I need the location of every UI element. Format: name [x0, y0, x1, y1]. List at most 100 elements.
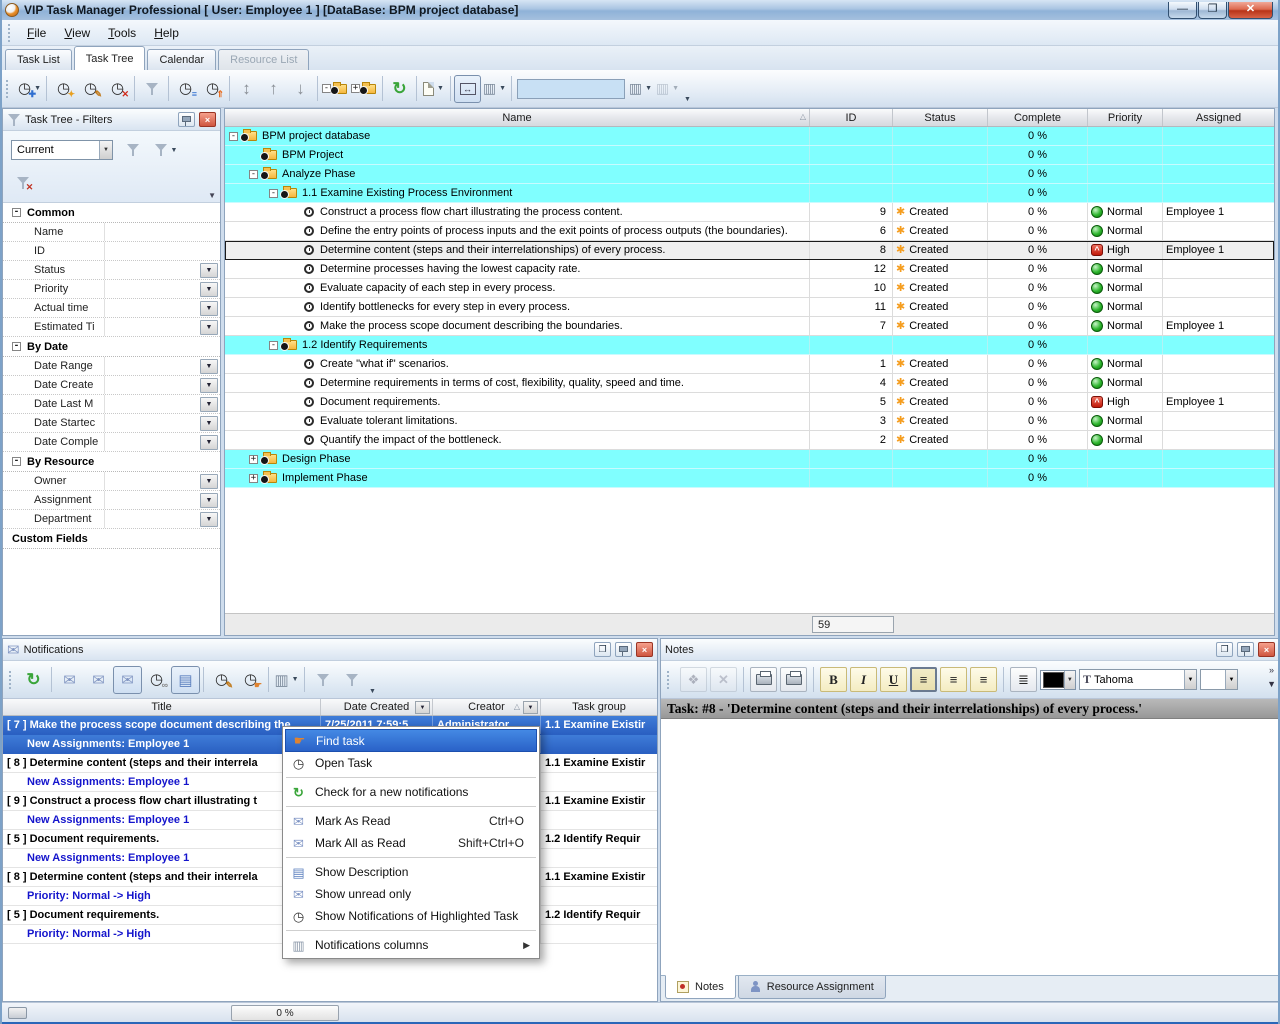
- print-preview-button[interactable]: [750, 667, 777, 692]
- post-note-button[interactable]: ❖: [680, 667, 707, 692]
- italic-button[interactable]: I: [850, 667, 877, 692]
- new-task-button[interactable]: ◷✚▼: [16, 75, 43, 103]
- save-view-button[interactable]: ▥▼: [627, 75, 654, 103]
- tab-calendar[interactable]: Calendar: [147, 49, 216, 70]
- view-layout-combo[interactable]: [517, 79, 625, 99]
- tree-collapse-toggle[interactable]: -: [229, 132, 238, 141]
- task-row[interactable]: -BPM project database0 %: [225, 127, 1274, 146]
- tree-expand-toggle[interactable]: +: [249, 455, 258, 464]
- restore-button[interactable]: ❐: [1198, 2, 1227, 19]
- bullet-list-button[interactable]: ≣: [1010, 667, 1037, 692]
- filter-group-by-resource[interactable]: -By Resource: [3, 452, 220, 472]
- tab-notes[interactable]: Notes: [665, 975, 736, 999]
- minimize-button[interactable]: —: [1168, 2, 1197, 19]
- menu-item-notifications-columns[interactable]: ▥Notifications columns▶: [285, 934, 537, 956]
- filter-dropdown-button[interactable]: ▼: [200, 397, 218, 412]
- tree-expand-toggle[interactable]: +: [249, 474, 258, 483]
- column-header-task-group[interactable]: Task group: [541, 699, 657, 715]
- delete-note-button[interactable]: ✕: [710, 667, 737, 692]
- filters-toolbar-overflow-button[interactable]: ▼: [208, 191, 216, 200]
- align-center-button[interactable]: ≡: [940, 667, 967, 692]
- filter-dropdown-button[interactable]: ▼: [200, 378, 218, 393]
- task-row[interactable]: Construct a process flow chart illustrat…: [225, 203, 1274, 222]
- mark-as-read-button[interactable]: ✉: [55, 666, 84, 694]
- menu-file[interactable]: File: [18, 22, 55, 44]
- refresh-button[interactable]: ↻: [386, 75, 413, 103]
- move-task-down-button[interactable]: ↓: [287, 75, 314, 103]
- clear-notification-filter-button[interactable]: [308, 666, 337, 694]
- collapse-toggle-icon[interactable]: -: [12, 208, 21, 217]
- task-row[interactable]: Determine requirements in terms of cost,…: [225, 374, 1274, 393]
- filter-dropdown-button[interactable]: ▼: [200, 474, 218, 489]
- mark-all-as-read-button[interactable]: ✉: [84, 666, 113, 694]
- move-task-button[interactable]: ↕: [233, 75, 260, 103]
- notification-columns-button[interactable]: ▥▼: [272, 666, 301, 694]
- apply-filter-button[interactable]: [119, 136, 146, 164]
- maximize-panel-button[interactable]: ❐: [1216, 642, 1233, 657]
- column-header-id[interactable]: ID: [810, 109, 893, 126]
- export-button[interactable]: ▼: [420, 75, 447, 103]
- menu-tools[interactable]: Tools: [99, 22, 145, 44]
- open-task-button[interactable]: ◷✎: [207, 666, 236, 694]
- tree-collapse-toggle[interactable]: -: [269, 189, 278, 198]
- menu-item-show-notifications-of-highlighted-task[interactable]: ◷Show Notifications of Highlighted Task: [285, 905, 537, 927]
- menu-item-find-task[interactable]: ☛Find task: [285, 729, 537, 752]
- filter-group-common[interactable]: -Common: [3, 203, 220, 223]
- task-row[interactable]: Identify bottlenecks for every step in e…: [225, 298, 1274, 317]
- toolbar-overflow-button[interactable]: »▼: [1267, 664, 1276, 691]
- tab-resource-assignment[interactable]: Resource Assignment: [738, 976, 886, 999]
- column-header-status[interactable]: Status: [893, 109, 988, 126]
- show-highlighted-task-button[interactable]: ◷☛: [236, 666, 265, 694]
- menu-view[interactable]: View: [55, 22, 99, 44]
- task-row[interactable]: Determine content (steps and their inter…: [225, 241, 1274, 260]
- menu-help[interactable]: Help: [145, 22, 188, 44]
- task-row[interactable]: Define the entry points of process input…: [225, 222, 1274, 241]
- column-header-priority[interactable]: Priority: [1088, 109, 1163, 126]
- task-row[interactable]: -Analyze Phase0 %: [225, 165, 1274, 184]
- column-header-title[interactable]: Title: [3, 699, 321, 715]
- tree-collapse-toggle[interactable]: -: [269, 341, 278, 350]
- task-row[interactable]: +Design Phase0 %: [225, 450, 1274, 469]
- pin-panel-button[interactable]: [615, 642, 632, 657]
- note-editor[interactable]: [661, 719, 1279, 975]
- task-row[interactable]: Create "what if" scenarios.1✱Created0 %N…: [225, 355, 1274, 374]
- task-row[interactable]: Document requirements.5✱Created0 %^HighE…: [225, 393, 1274, 412]
- align-left-button[interactable]: ≡: [910, 667, 937, 692]
- collapse-toggle-icon[interactable]: -: [12, 457, 21, 466]
- filter-group-by-date[interactable]: -By Date: [3, 337, 220, 357]
- task-row[interactable]: Determine processes having the lowest ca…: [225, 260, 1274, 279]
- edit-task-button[interactable]: ◷✎: [77, 75, 104, 103]
- filter-dropdown-button[interactable]: ▼: [200, 282, 218, 297]
- filter-dropdown-icon[interactable]: ▼: [523, 701, 538, 714]
- filter-dropdown-button[interactable]: ▼: [200, 320, 218, 335]
- raise-task-button[interactable]: ◷⇑: [199, 75, 226, 103]
- toolbar-overflow-button[interactable]: ▼: [369, 688, 376, 695]
- show-description-button[interactable]: ▤: [171, 666, 200, 694]
- column-header-creator[interactable]: Creator△▼: [433, 699, 541, 715]
- close-panel-button[interactable]: ×: [1258, 642, 1275, 657]
- filter-dropdown-button[interactable]: ▼: [200, 263, 218, 278]
- delete-task-button[interactable]: ◷✕: [104, 75, 131, 103]
- task-row[interactable]: Make the process scope document describi…: [225, 317, 1274, 336]
- filter-group-custom-fields[interactable]: Custom Fields: [3, 529, 220, 549]
- grid-view-button[interactable]: ▥▼: [481, 75, 508, 103]
- menu-item-show-description[interactable]: ▤Show Description: [285, 861, 537, 883]
- collapse-toggle-icon[interactable]: -: [12, 342, 21, 351]
- filter-dropdown-button[interactable]: ▼: [200, 435, 218, 450]
- task-row[interactable]: Evaluate tolerant limitations.3✱Created0…: [225, 412, 1274, 431]
- filter-dropdown-button[interactable]: ▼: [200, 301, 218, 316]
- expand-all-button[interactable]: +: [350, 75, 379, 103]
- move-task-up-button[interactable]: ↑: [260, 75, 287, 103]
- font-family-combo[interactable]: TTahoma▼: [1079, 669, 1197, 690]
- task-row[interactable]: -1.1 Examine Existing Process Environmen…: [225, 184, 1274, 203]
- filter-dropdown-icon[interactable]: ▼: [415, 701, 430, 714]
- column-header-date-created[interactable]: Date Created▼: [321, 699, 433, 715]
- menu-item-mark-as-read[interactable]: ✉Mark As ReadCtrl+O: [285, 810, 537, 832]
- find-task-button[interactable]: ◷∞: [142, 666, 171, 694]
- show-unread-only-button[interactable]: ✉: [113, 666, 142, 694]
- align-right-button[interactable]: ≡: [970, 667, 997, 692]
- task-description-button[interactable]: ◷≡: [172, 75, 199, 103]
- pin-panel-button[interactable]: [1237, 642, 1254, 657]
- filter-dropdown-button[interactable]: ▼: [200, 416, 218, 431]
- menu-item-mark-all-as-read[interactable]: ✉Mark All as ReadShift+Ctrl+O: [285, 832, 537, 854]
